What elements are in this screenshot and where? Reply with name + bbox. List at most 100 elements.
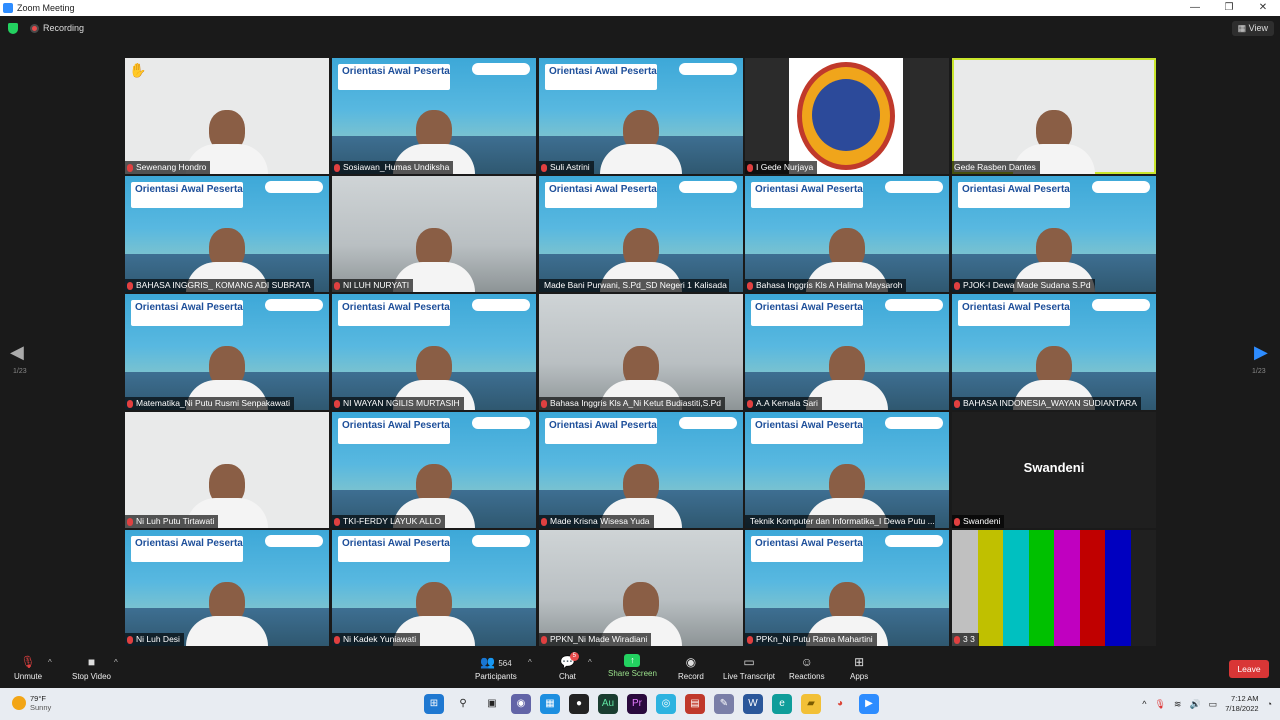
stop-video-button[interactable]: ■ Stop Video bbox=[72, 654, 111, 681]
participant-tile[interactable]: Orientasi Awal Peserta Made Krisna Wisesa… bbox=[539, 412, 743, 528]
participant-name: PPKn_Ni Putu Ratna Mahartini bbox=[756, 634, 873, 644]
participant-tile[interactable]: Orientasi Awal Peserta Teknik Komputer da… bbox=[745, 412, 949, 528]
participant-name: Made Krisna Wisesa Yuda bbox=[550, 516, 650, 526]
participants-button[interactable]: 👥 564 Participants bbox=[475, 654, 517, 681]
teams-chat-icon[interactable]: ◉ bbox=[511, 694, 531, 714]
record-button[interactable]: ◉ Record bbox=[678, 654, 704, 681]
participant-tile[interactable]: Orientasi Awal Peserta PJOK-I Dewa Made S… bbox=[952, 176, 1156, 292]
participant-name: BAHASA INGGRIS_ KOMANG ADI SUBRATA bbox=[136, 280, 311, 290]
participant-name: Matematika_Ni Putu Rusmi Senpakawati bbox=[136, 398, 291, 408]
windows-start-icon[interactable]: ⊞ bbox=[424, 694, 444, 714]
previous-page-arrow-icon[interactable]: ◀ bbox=[10, 342, 24, 363]
participant-tile[interactable]: Orientasi Awal Peserta Made Bani Purwani,… bbox=[539, 176, 743, 292]
participant-name-tag: Gede Rasben Dantes bbox=[952, 161, 1040, 174]
mic-muted-icon bbox=[541, 517, 547, 526]
participant-tile[interactable]: Ni Luh Putu Tirtawati bbox=[125, 412, 329, 528]
participant-tile[interactable]: Orientasi Awal Peserta Matematika_Ni Putu… bbox=[125, 294, 329, 410]
slide-title: Orientasi Awal Peserta bbox=[549, 184, 657, 195]
tray-chevron-icon[interactable]: ^ bbox=[1142, 699, 1146, 709]
unmute-button[interactable]: 🎙 Unmute bbox=[14, 654, 42, 681]
tray-mic-icon[interactable]: 🎙 bbox=[1154, 699, 1165, 710]
leave-button[interactable]: Leave bbox=[1229, 660, 1269, 678]
slide-title: Orientasi Awal Peserta bbox=[755, 538, 863, 549]
participant-tile[interactable]: Orientasi Awal Peserta TKI-FERDY LAYUK AL… bbox=[332, 412, 536, 528]
stop-video-label: Stop Video bbox=[72, 672, 111, 681]
weather-widget[interactable]: 79°F Sunny bbox=[12, 694, 51, 712]
microphone-muted-icon: 🎙 bbox=[20, 655, 36, 669]
slide-banner: Orientasi Awal Peserta bbox=[751, 300, 863, 326]
widgets-icon[interactable]: ▦ bbox=[540, 694, 560, 714]
color-bar bbox=[952, 530, 978, 646]
reactions-button[interactable]: ☺ Reactions bbox=[789, 654, 825, 681]
slide-banner: Orientasi Awal Peserta bbox=[338, 536, 450, 562]
video-options-caret-icon[interactable]: ^ bbox=[114, 658, 118, 667]
apps-button[interactable]: ⊞ Apps bbox=[850, 654, 868, 681]
participant-tile[interactable]: Orientasi Awal Peserta Bahasa Inggris Kls… bbox=[745, 176, 949, 292]
participant-name: Made Bani Purwani, S.Pd_SD Negeri 1 Kali… bbox=[544, 280, 727, 290]
participants-caret-icon[interactable]: ^ bbox=[528, 658, 532, 667]
participant-name: I Gede Nurjaya bbox=[756, 162, 814, 172]
slide-banner: Orientasi Awal Peserta bbox=[958, 182, 1070, 208]
word-icon[interactable]: W bbox=[743, 694, 763, 714]
participant-tile[interactable]: I Gede Nurjaya bbox=[745, 58, 949, 174]
volume-icon[interactable]: 🔊 bbox=[1189, 699, 1200, 710]
participant-tile[interactable]: Orientasi Awal Peserta Suli Astrini bbox=[539, 58, 743, 174]
participant-name: Sewenang Hondro bbox=[136, 162, 207, 172]
notification-icon[interactable]: ◔ bbox=[1267, 699, 1272, 709]
participant-tile[interactable]: Orientasi Awal Peserta A.A Kemala Sari bbox=[745, 294, 949, 410]
chrome-icon[interactable]: ◕ bbox=[830, 694, 850, 714]
mic-muted-icon bbox=[127, 635, 133, 644]
zoom-taskbar-icon[interactable]: ▶ bbox=[859, 694, 879, 714]
github-icon[interactable]: ● bbox=[569, 694, 589, 714]
clock[interactable]: 7:12 AM 7/18/2022 bbox=[1225, 694, 1258, 714]
participant-tile[interactable]: PPKN_Ni Made Wiradiani bbox=[539, 530, 743, 646]
participant-tile[interactable]: NI LUH NURYATI bbox=[332, 176, 536, 292]
participant-tile[interactable]: Orientasi Awal Peserta BAHASA INDONESIA_W… bbox=[952, 294, 1156, 410]
red-app-icon[interactable]: ▤ bbox=[685, 694, 705, 714]
slide-logos bbox=[1092, 299, 1150, 311]
color-bar bbox=[1054, 530, 1080, 646]
search-icon[interactable]: ⚲ bbox=[453, 694, 473, 714]
participant-name: Ni Luh Desi bbox=[136, 634, 180, 644]
participant-name-tag: Suli Astrini bbox=[539, 161, 594, 174]
share-screen-button[interactable]: ↑ Share Screen bbox=[608, 654, 657, 678]
task-view-icon[interactable]: ▣ bbox=[482, 694, 502, 714]
pen-app-icon[interactable]: ✎ bbox=[714, 694, 734, 714]
file-explorer-icon[interactable]: ▰ bbox=[801, 694, 821, 714]
color-bar bbox=[1079, 530, 1105, 646]
participant-tile[interactable]: Orientasi Awal Peserta NI WAYAN NGILIS MU… bbox=[332, 294, 536, 410]
participant-tile[interactable]: 3 3 bbox=[952, 530, 1156, 646]
participant-tile[interactable]: Orientasi Awal Peserta Ni Luh Desi bbox=[125, 530, 329, 646]
mic-muted-icon bbox=[334, 399, 340, 408]
participant-tile[interactable]: Orientasi Awal Peserta Sosiawan_Humas Und… bbox=[332, 58, 536, 174]
participant-tile[interactable]: ✋ Sewenang Hondro bbox=[125, 58, 329, 174]
color-bar bbox=[1105, 530, 1131, 646]
browser-icon[interactable]: ◎ bbox=[656, 694, 676, 714]
slide-title: Orientasi Awal Peserta bbox=[342, 538, 450, 549]
seal-icon bbox=[797, 62, 895, 170]
slide-logos bbox=[885, 535, 943, 547]
mic-muted-icon bbox=[334, 635, 340, 644]
audio-options-caret-icon[interactable]: ^ bbox=[48, 658, 52, 667]
live-transcript-button[interactable]: ▭ Live Transcript bbox=[723, 654, 775, 681]
audition-icon[interactable]: Au bbox=[598, 694, 618, 714]
chat-button[interactable]: 💬 5 Chat bbox=[559, 652, 579, 681]
mic-muted-icon bbox=[334, 281, 340, 290]
participant-tile[interactable]: Orientasi Awal Peserta Ni Kadek Yuniawati bbox=[332, 530, 536, 646]
chat-caret-icon[interactable]: ^ bbox=[588, 658, 592, 667]
edge-icon[interactable]: e bbox=[772, 694, 792, 714]
premiere-icon[interactable]: Pr bbox=[627, 694, 647, 714]
slide-banner: Orientasi Awal Peserta bbox=[338, 64, 450, 90]
participant-tile[interactable]: Gede Rasben Dantes bbox=[952, 58, 1156, 174]
mic-muted-icon bbox=[541, 635, 547, 644]
wifi-icon[interactable]: ≋ bbox=[1174, 699, 1182, 710]
video-camera-icon: ■ bbox=[87, 655, 96, 669]
next-page-arrow-icon[interactable]: ▶ bbox=[1254, 342, 1268, 363]
battery-icon[interactable]: ▭ bbox=[1209, 699, 1218, 710]
participant-tile[interactable]: Bahasa Inggris Kls A_Ni Ketut Budiastiti… bbox=[539, 294, 743, 410]
participant-tile[interactable]: Swandeni Swandeni bbox=[952, 412, 1156, 528]
participant-name-tag: Made Bani Purwani, S.Pd_SD Negeri 1 Kali… bbox=[539, 279, 729, 292]
participant-name-tag: Made Krisna Wisesa Yuda bbox=[539, 515, 654, 528]
participant-tile[interactable]: Orientasi Awal Peserta PPKn_Ni Putu Ratna… bbox=[745, 530, 949, 646]
participant-tile[interactable]: Orientasi Awal Peserta BAHASA INGGRIS_ KO… bbox=[125, 176, 329, 292]
